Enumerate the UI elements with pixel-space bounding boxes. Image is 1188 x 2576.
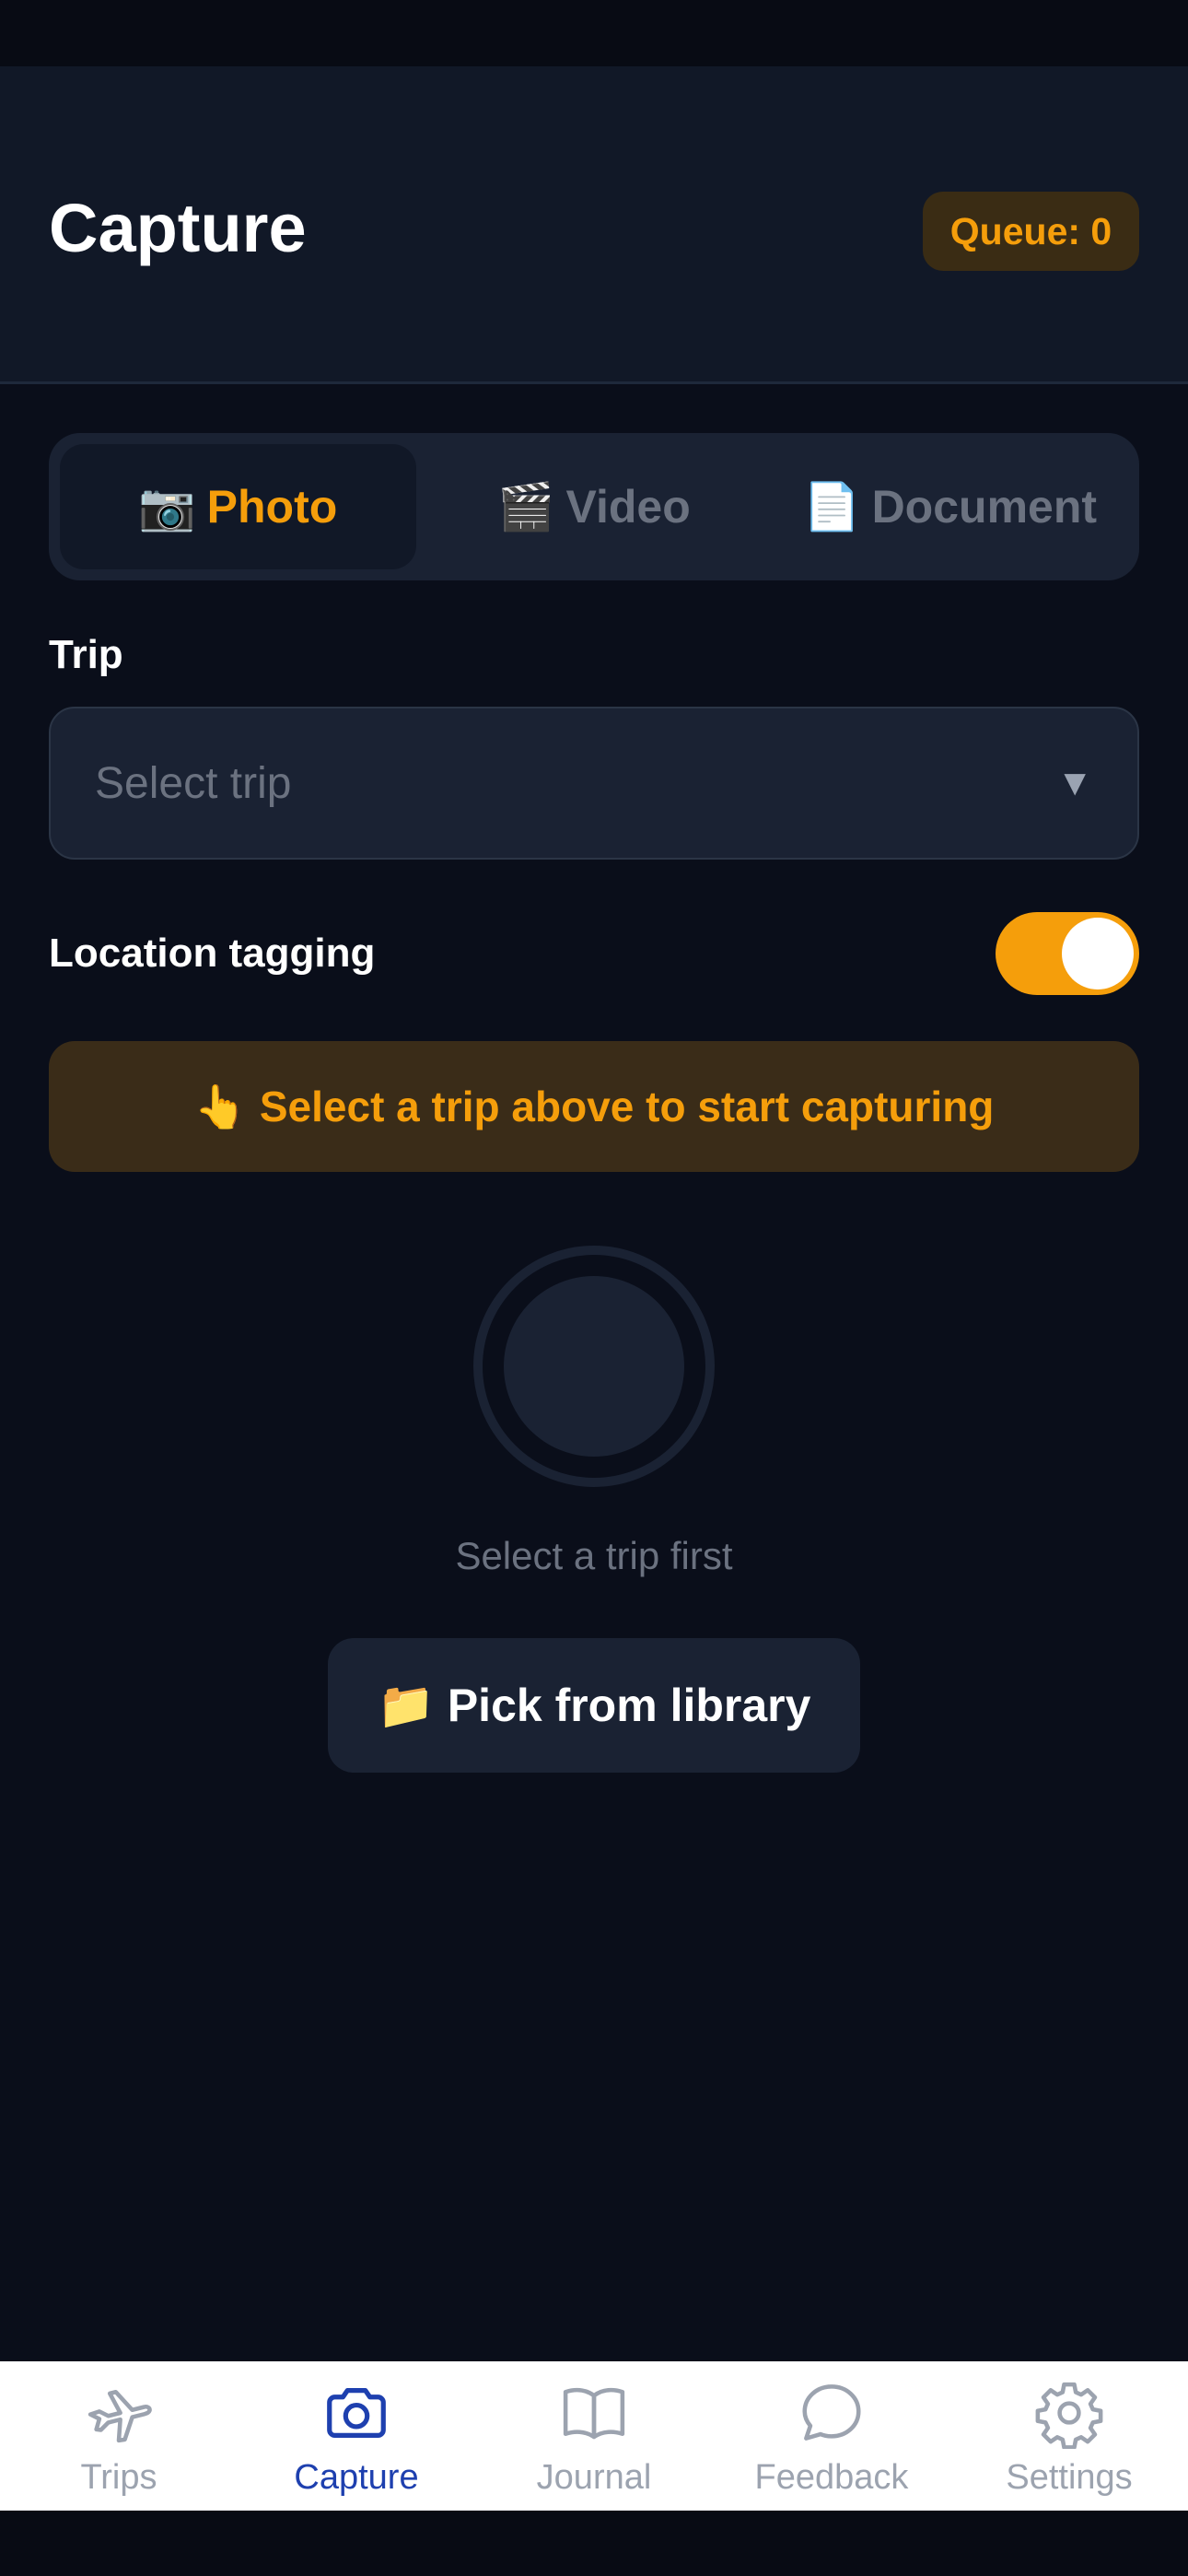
chevron-down-icon: ▼ [1056, 762, 1093, 803]
camera-icon [327, 2388, 386, 2438]
banner-text: Select a trip above to start capturing [259, 1083, 995, 1130]
tab-settings[interactable]: Settings [950, 2361, 1188, 2511]
toggle-knob [1062, 918, 1134, 989]
pointing-hand-icon: 👆 [193, 1082, 247, 1130]
gear-icon [1035, 2382, 1103, 2449]
shutter-inner [504, 1276, 684, 1457]
pick-from-library-button[interactable]: 📁 Pick from library [328, 1638, 860, 1773]
tab-capture-label: Capture [294, 2458, 419, 2497]
bottom-tab-bar: Trips Capture Journal Feedback Settings [0, 2361, 1188, 2511]
tab-capture[interactable]: Capture [238, 2361, 475, 2511]
clapperboard-icon: 🎬 [497, 480, 555, 533]
location-tagging-toggle[interactable] [996, 912, 1139, 995]
tab-photo-label: Photo [206, 481, 338, 533]
folder-icon: 📁 [377, 1679, 435, 1731]
airplane-icon [87, 2389, 152, 2443]
tab-feedback[interactable]: Feedback [713, 2361, 950, 2511]
trip-select[interactable]: Select trip ▼ [49, 707, 1139, 860]
tab-journal[interactable]: Journal [475, 2361, 713, 2511]
shutter-hint: Select a trip first [455, 1534, 733, 1577]
location-tagging-row: Location tagging [49, 903, 1139, 1004]
tab-video-label: Video [565, 481, 691, 533]
shutter-button[interactable] [473, 1246, 715, 1487]
tab-settings-label: Settings [1006, 2458, 1133, 2497]
tab-video[interactable]: 🎬 Video [416, 444, 773, 569]
camera-icon: 📷 [138, 480, 196, 533]
document-icon: 📄 [803, 480, 861, 533]
page-title: Capture [49, 190, 307, 266]
pick-from-library-label: Pick from library [447, 1680, 811, 1731]
chat-bubble-icon [802, 2384, 861, 2441]
book-icon [563, 2387, 625, 2440]
queue-badge[interactable]: Queue: 0 [923, 192, 1139, 271]
tab-journal-label: Journal [536, 2458, 652, 2497]
tab-document[interactable]: 📄 Document [772, 444, 1128, 569]
tab-document-label: Document [871, 481, 1098, 533]
trip-select-placeholder: Select trip [95, 758, 292, 808]
home-indicator-area [0, 2511, 1188, 2576]
status-bar [0, 0, 1188, 66]
tab-feedback-label: Feedback [754, 2458, 909, 2497]
capture-mode-selector: 📷 Photo 🎬 Video 📄 Document [49, 433, 1139, 580]
location-tagging-label: Location tagging [49, 931, 376, 976]
tab-trips[interactable]: Trips [0, 2361, 238, 2511]
tab-photo[interactable]: 📷 Photo [60, 444, 416, 569]
tab-trips-label: Trips [80, 2458, 157, 2497]
trip-label: Trip [49, 632, 123, 677]
select-trip-banner: 👆 Select a trip above to start capturing [49, 1041, 1139, 1172]
